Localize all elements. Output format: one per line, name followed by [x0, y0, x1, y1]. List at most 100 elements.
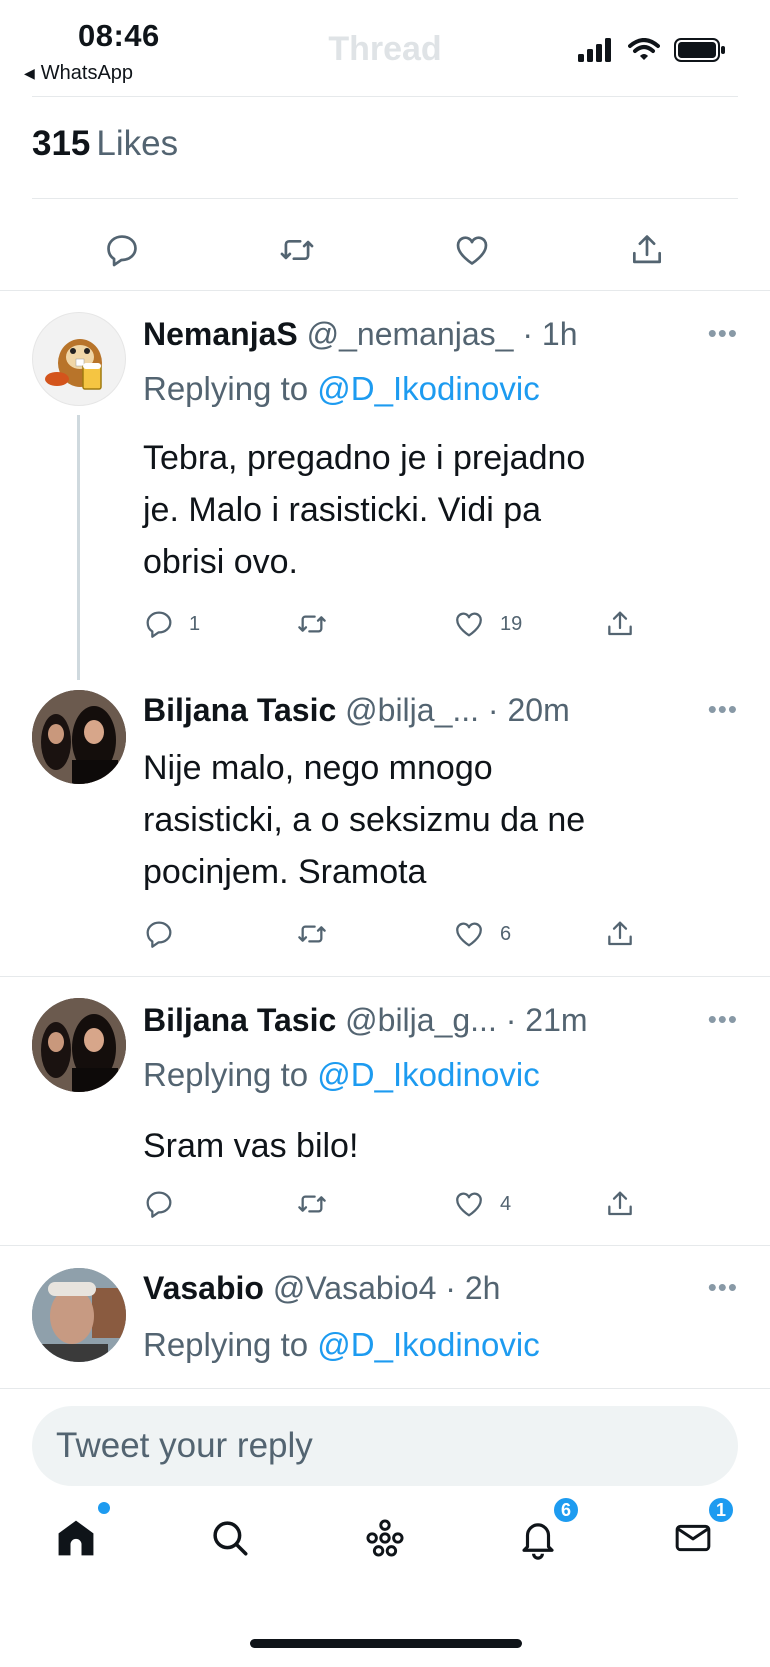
- share-button[interactable]: [604, 604, 636, 644]
- user-handle[interactable]: @Vasabio4: [273, 1270, 437, 1306]
- like-button[interactable]: [450, 228, 494, 272]
- reply-button[interactable]: 1: [143, 604, 200, 644]
- replying-mention[interactable]: @D_Ikodinovic: [317, 1326, 539, 1363]
- like-button[interactable]: 19: [452, 604, 522, 644]
- back-to-app-link[interactable]: ◀ WhatsApp: [24, 62, 133, 85]
- replying-prefix: Replying to: [143, 1056, 309, 1093]
- tab-search[interactable]: [200, 1508, 260, 1568]
- battery-icon: [674, 38, 725, 62]
- replying-to: Replying to @D_Ikodinovic: [143, 1056, 540, 1094]
- replying-prefix: Replying to: [143, 1326, 309, 1363]
- tweet-text: Tebra, pregadno je i prejadno je. Malo i…: [143, 432, 703, 588]
- reply-action-bar: 1 19: [0, 604, 770, 644]
- replying-mention[interactable]: @D_Ikodinovic: [317, 370, 539, 407]
- share-button[interactable]: [604, 914, 636, 954]
- retweet-button[interactable]: [294, 914, 330, 954]
- status-icons: [578, 38, 726, 62]
- more-icon[interactable]: •••: [708, 318, 738, 349]
- tweet-text-line: Tebra, pregadno je i prejadno: [143, 439, 586, 477]
- divider: [32, 198, 738, 199]
- divider: [0, 976, 770, 977]
- tab-messages[interactable]: 1: [663, 1496, 735, 1568]
- like-button[interactable]: 4: [452, 1184, 511, 1224]
- tweet-time[interactable]: 20m: [507, 692, 569, 728]
- profile-photo-icon: [32, 998, 126, 1092]
- retweet-button[interactable]: [294, 604, 330, 644]
- share-button[interactable]: [604, 1184, 636, 1224]
- reply-header: Vasabio @Vasabio4 · 2h: [143, 1270, 500, 1307]
- reply-header: Biljana Tasic @bilja_... · 20m: [143, 692, 570, 729]
- display-name[interactable]: NemanjaS: [143, 316, 298, 352]
- display-name[interactable]: Biljana Tasic: [143, 1002, 336, 1038]
- separator: ·: [496, 1002, 526, 1038]
- wifi-icon: [628, 38, 660, 60]
- home-indicator[interactable]: [250, 1639, 522, 1648]
- more-icon[interactable]: •••: [708, 1272, 738, 1303]
- reply-button[interactable]: [100, 228, 144, 272]
- like-icon: [456, 236, 488, 265]
- reply-icon: [107, 235, 137, 267]
- home-icon: [58, 1520, 94, 1556]
- share-button[interactable]: [625, 228, 669, 272]
- retweet-icon: [280, 239, 314, 261]
- more-icon[interactable]: •••: [708, 1004, 738, 1035]
- share-icon: [608, 921, 632, 946]
- tab-notifications[interactable]: 6: [508, 1496, 580, 1568]
- reply-icon: [146, 611, 172, 638]
- like-icon: [456, 922, 482, 947]
- user-handle[interactable]: @bilja_...: [345, 692, 479, 728]
- reply-button[interactable]: [143, 914, 189, 954]
- messages-badge: 1: [707, 1496, 735, 1524]
- avatar[interactable]: [32, 1268, 126, 1362]
- retweet-icon: [298, 615, 326, 633]
- back-arrow-icon: ◀: [24, 65, 35, 81]
- user-handle[interactable]: @_nemanjas_: [307, 316, 514, 352]
- reply-composer[interactable]: [32, 1406, 738, 1486]
- reply-button[interactable]: [143, 1184, 189, 1224]
- profile-photo-icon: [32, 1268, 126, 1362]
- like-count: 19: [500, 612, 523, 635]
- reply-header: NemanjaS @_nemanjas_ · 1h: [143, 316, 577, 353]
- like-count: 4: [500, 1192, 512, 1215]
- status-bar: Thread 08:46 ◀ WhatsApp: [0, 0, 770, 95]
- tweet-time[interactable]: 2h: [465, 1270, 501, 1306]
- like-icon: [456, 612, 482, 637]
- tab-spaces[interactable]: [355, 1508, 415, 1568]
- spaces-icon: [366, 1519, 404, 1557]
- reply-icon: [146, 1191, 172, 1218]
- display-name[interactable]: Vasabio: [143, 1270, 264, 1306]
- retweet-icon: [298, 925, 326, 943]
- tab-home[interactable]: [46, 1502, 110, 1568]
- avatar[interactable]: [32, 312, 126, 406]
- more-icon[interactable]: •••: [708, 694, 738, 725]
- divider: [0, 1388, 770, 1389]
- like-button[interactable]: 6: [452, 914, 511, 954]
- user-handle[interactable]: @bilja_g...: [345, 1002, 497, 1038]
- reply-icon: [146, 921, 172, 948]
- messages-icon: [675, 1524, 711, 1552]
- display-name[interactable]: Biljana Tasic: [143, 692, 336, 728]
- tweet-time[interactable]: 21m: [525, 1002, 587, 1038]
- divider: [32, 96, 738, 97]
- reply-input[interactable]: [32, 1406, 738, 1486]
- beaver-avatar-icon: [45, 339, 102, 390]
- status-time: 08:46: [78, 18, 160, 53]
- share-icon: [632, 235, 662, 264]
- tweet-text-line: rasisticki, a o seksizmu da ne: [143, 801, 586, 839]
- tweet-action-bar: [0, 228, 770, 274]
- avatar[interactable]: [32, 690, 126, 784]
- retweet-button[interactable]: [294, 1184, 330, 1224]
- reply-action-bar: 6: [0, 914, 770, 954]
- tweet-text-line: Nije malo, nego mnogo: [143, 749, 493, 787]
- tweet-time[interactable]: 1h: [542, 316, 578, 352]
- notifications-icon: [522, 1523, 554, 1560]
- profile-photo-icon: [32, 690, 126, 784]
- retweet-button[interactable]: [275, 228, 319, 272]
- new-content-dot: [98, 1502, 110, 1514]
- likes-summary[interactable]: 315 Likes: [32, 124, 178, 164]
- tweet-text: Nije malo, nego mnogo rasisticki, a o se…: [143, 742, 703, 898]
- replying-mention[interactable]: @D_Ikodinovic: [317, 1056, 539, 1093]
- divider: [0, 1245, 770, 1246]
- tweet-text-line: obrisi ovo.: [143, 543, 298, 581]
- avatar[interactable]: [32, 998, 126, 1092]
